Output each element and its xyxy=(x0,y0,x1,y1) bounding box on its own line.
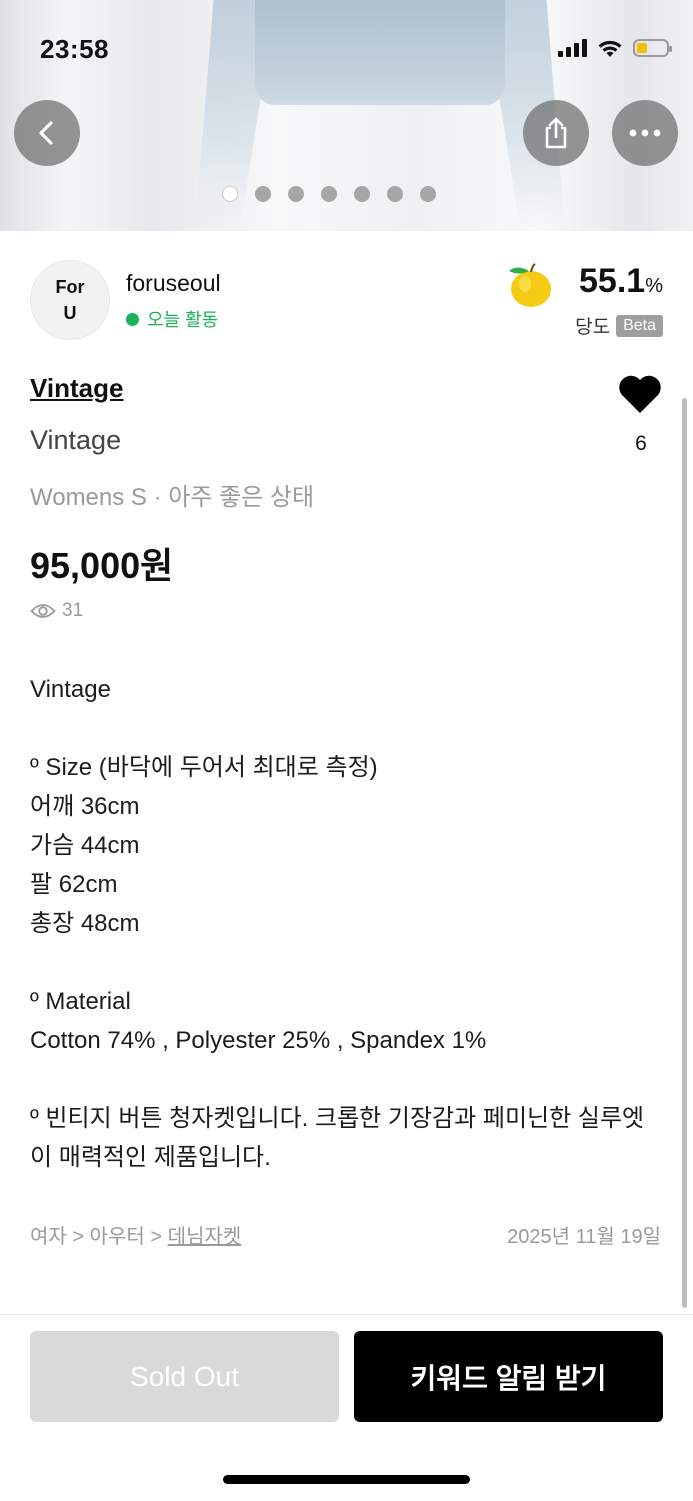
signal-icon xyxy=(558,39,587,57)
description-line: Cotton 74% , Polyester 25% , Spandex 1% xyxy=(30,1027,487,1054)
description-line: 이 매력적인 제품입니다. xyxy=(30,1144,271,1171)
wifi-icon xyxy=(598,40,622,57)
status-icons xyxy=(558,38,672,58)
seller-row[interactable]: For U foruseoul 오늘 활동 55.1% 당도 Beta xyxy=(30,260,663,342)
avatar-text-line2: U xyxy=(63,303,77,323)
carousel-dot[interactable] xyxy=(288,186,304,202)
product-description: Vintage º Size (바닥에 두어서 최대로 측정) 어깨 36cm … xyxy=(30,670,670,1177)
product-size-condition: Womens S · 아주 좋은 상태 xyxy=(30,484,315,511)
description-line: Vintage xyxy=(30,676,111,703)
back-button[interactable] xyxy=(14,100,80,166)
product-brand-title[interactable]: Vintage xyxy=(30,373,123,404)
breadcrumb-category-link[interactable]: 데님자켓 xyxy=(168,1226,242,1248)
description-line: 팔 62cm xyxy=(30,871,118,898)
carousel-dot[interactable] xyxy=(255,186,271,202)
description-line: º Size (바닥에 두어서 최대로 측정) xyxy=(30,754,378,781)
carousel-pagination xyxy=(222,186,436,202)
seller-activity-status: 오늘 활동 xyxy=(126,306,218,332)
battery-icon xyxy=(633,39,672,57)
category-breadcrumb: 여자 > 아우터 > 데님자켓 xyxy=(30,1220,241,1249)
eye-icon xyxy=(30,604,56,618)
share-icon xyxy=(545,117,567,149)
product-photo-detail xyxy=(255,0,505,105)
more-horizontal-icon xyxy=(629,129,661,137)
chevron-left-icon xyxy=(39,121,53,145)
seller-name[interactable]: foruseoul xyxy=(126,270,221,297)
seller-avatar[interactable]: For U xyxy=(30,260,110,340)
more-options-button[interactable] xyxy=(612,100,678,166)
product-image-carousel[interactable]: 23:58 xyxy=(0,0,693,231)
sweetness-score[interactable]: 55.1% 당도 Beta xyxy=(503,260,663,342)
seller-activity-label: 오늘 활동 xyxy=(147,310,219,330)
breadcrumb-separator: > xyxy=(150,1226,163,1248)
breadcrumb-level2: 아우터 xyxy=(89,1226,145,1248)
keyword-alert-button[interactable]: 키워드 알림 받기 xyxy=(354,1331,663,1422)
description-line: 가슴 44cm xyxy=(30,832,140,859)
status-time: 23:58 xyxy=(40,34,109,64)
home-indicator[interactable] xyxy=(223,1475,470,1484)
apple-icon xyxy=(509,263,551,307)
view-count: 31 xyxy=(30,600,83,622)
carousel-dot[interactable] xyxy=(420,186,436,202)
heart-icon xyxy=(619,375,661,413)
online-dot-icon xyxy=(126,312,139,326)
sold-out-button: Sold Out xyxy=(30,1331,339,1422)
like-count: 6 xyxy=(635,432,647,455)
score-value: 55.1% xyxy=(579,262,663,300)
posted-date: 2025년 11월 19일 xyxy=(507,1226,661,1248)
avatar-text-line1: For xyxy=(55,277,85,297)
breadcrumb-separator: > xyxy=(72,1226,85,1248)
description-line: 총장 48cm xyxy=(30,910,140,937)
breadcrumb-level1: 여자 xyxy=(30,1226,67,1248)
carousel-dot[interactable] xyxy=(222,186,238,202)
carousel-dot[interactable] xyxy=(321,186,337,202)
scrollbar[interactable] xyxy=(682,398,687,1308)
like-button[interactable] xyxy=(617,373,663,420)
share-button[interactable] xyxy=(523,100,589,166)
description-line: º 빈티지 버튼 청자켓입니다. 크롭한 기장감과 페미닌한 실루엣 xyxy=(30,1105,645,1132)
product-price: 95,000원 xyxy=(30,545,174,586)
product-name: Vintage xyxy=(30,425,122,455)
description-line: 어깨 36cm xyxy=(30,793,140,820)
description-line: º Material xyxy=(30,988,131,1015)
carousel-dot[interactable] xyxy=(354,186,370,202)
view-count-value: 31 xyxy=(62,600,84,621)
score-label: 당도 Beta xyxy=(575,312,663,339)
beta-badge: Beta xyxy=(616,314,663,337)
carousel-dot[interactable] xyxy=(387,186,403,202)
score-label-text: 당도 xyxy=(575,317,611,338)
